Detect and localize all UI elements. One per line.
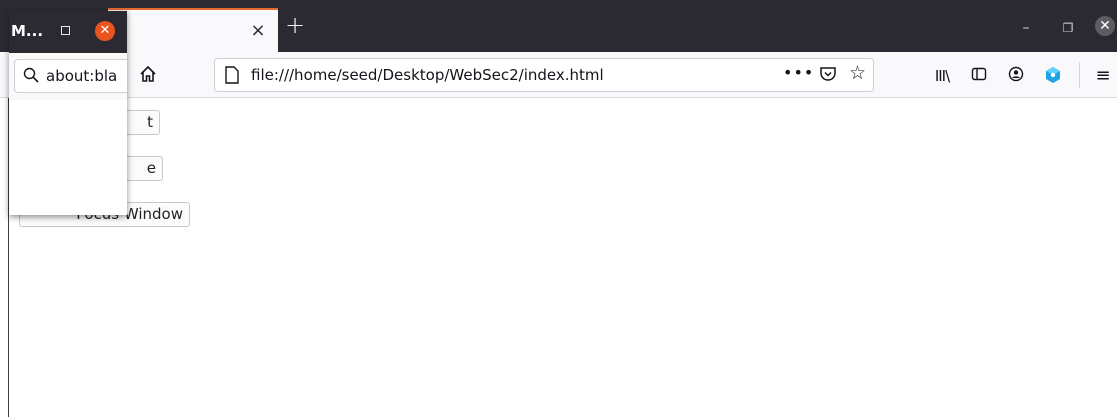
popup-close-icon[interactable]: ✕: [95, 21, 115, 41]
bookmark-star-icon[interactable]: ☆: [849, 62, 866, 84]
window-close-button[interactable]: ✕: [1095, 16, 1115, 36]
page-button-2-label: e: [146, 159, 156, 177]
popup-title: M...: [11, 22, 44, 40]
sidebar-icon[interactable]: [969, 66, 989, 86]
pocket-icon[interactable]: [819, 65, 837, 83]
page-content: t e Focus Window: [0, 98, 1117, 417]
home-icon[interactable]: [137, 64, 159, 86]
popup-window[interactable]: M... ✕ about:bla: [9, 11, 127, 215]
menu-icon[interactable]: ≡: [1093, 66, 1113, 86]
popup-url-text[interactable]: about:bla: [46, 67, 117, 85]
page-icon: [225, 66, 239, 84]
url-bar[interactable]: file:///home/seed/Desktop/WebSec2/index.…: [214, 58, 874, 92]
extension-icon[interactable]: [1043, 66, 1063, 86]
more-icon[interactable]: •••: [783, 63, 814, 82]
sidebar-icon-svg: [971, 67, 987, 81]
new-tab-button[interactable]: +: [282, 13, 308, 39]
extension-icon-svg: [1046, 67, 1060, 83]
window-minimize-button[interactable]: –: [1016, 18, 1036, 38]
account-icon-svg: [1008, 66, 1024, 82]
popup-titlebar[interactable]: M... ✕: [9, 11, 127, 53]
library-icon[interactable]: III\: [932, 66, 952, 86]
popup-toolbar: about:bla: [9, 53, 127, 100]
account-icon[interactable]: [1006, 66, 1026, 86]
search-icon: [23, 67, 39, 83]
nav-toolbar: file:///home/seed/Desktop/WebSec2/index.…: [0, 52, 1117, 98]
tab-active[interactable]: ×: [108, 8, 278, 52]
tab-close-icon[interactable]: ×: [248, 21, 268, 41]
url-text[interactable]: file:///home/seed/Desktop/WebSec2/index.…: [251, 66, 604, 84]
toolbar-separator: [1079, 62, 1080, 88]
popup-url-bar[interactable]: about:bla: [14, 59, 127, 93]
window-maximize-button[interactable]: ❐: [1058, 18, 1078, 38]
popup-maximize-icon[interactable]: [61, 26, 70, 35]
home-icon-svg: [140, 65, 156, 82]
page-button-1-label: t: [147, 113, 153, 131]
tab-bar: × + – ❐ ✕: [0, 0, 1117, 52]
